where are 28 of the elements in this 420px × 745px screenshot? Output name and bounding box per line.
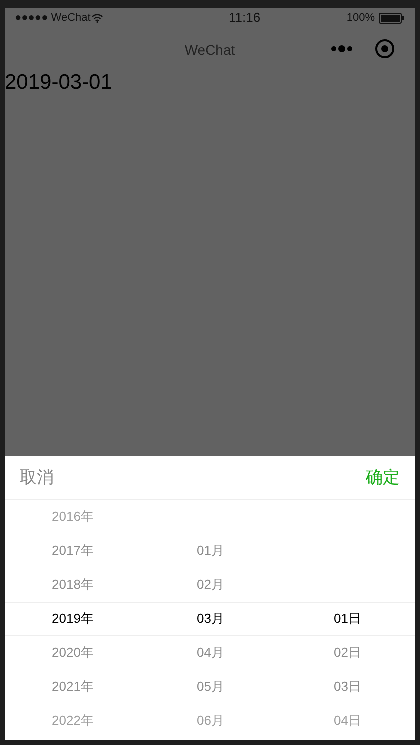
picker-option[interactable]: 04日: [334, 711, 362, 731]
nav-title: WeChat: [184, 40, 236, 60]
wifi-icon: [92, 14, 103, 22]
picker-option[interactable]: 03日: [334, 677, 362, 697]
picker-option[interactable]: 02日: [334, 643, 362, 663]
battery-text: 100%: [346, 10, 375, 26]
picker-option[interactable]: 01日: [334, 609, 362, 629]
more-icon[interactable]: [331, 45, 353, 53]
confirm-button[interactable]: 确定: [366, 464, 400, 490]
picker-option[interactable]: 2022年: [52, 711, 94, 731]
clock-text: 11:16: [229, 9, 261, 28]
cancel-button[interactable]: 取消: [20, 464, 54, 490]
battery-icon: [378, 12, 405, 24]
picker-option[interactable]: 2018年: [52, 575, 94, 595]
picker-option[interactable]: 05月: [197, 677, 224, 697]
picker-option[interactable]: 2017年: [52, 541, 94, 561]
picker-option[interactable]: 02月: [197, 575, 224, 595]
picker-option[interactable]: 2021年: [52, 677, 94, 697]
picker-option[interactable]: 2016年: [52, 507, 94, 527]
picker-option[interactable]: 01月: [197, 541, 224, 561]
picker-option[interactable]: 2020年: [52, 643, 94, 663]
picker-option[interactable]: 04月: [197, 643, 224, 663]
close-icon[interactable]: [375, 39, 395, 59]
picker-option[interactable]: 03月: [197, 609, 224, 629]
date-text: 2019-03-01: [5, 72, 112, 92]
picker-option[interactable]: 06月: [197, 711, 224, 731]
carrier-text: ●●●●● WeChat: [15, 10, 91, 26]
picker-option[interactable]: 2019年: [52, 609, 94, 629]
